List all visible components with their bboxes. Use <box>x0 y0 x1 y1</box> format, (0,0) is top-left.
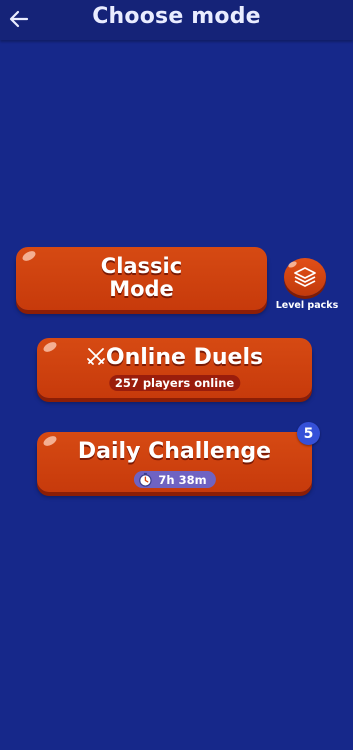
online-duels-button[interactable]: Online Duels 257 players online <box>37 338 312 398</box>
daily-challenge-button[interactable]: Daily Challenge 7h 38m <box>37 432 312 492</box>
page-title: Choose mode <box>92 4 261 29</box>
timer-pill: 7h 38m <box>133 471 216 488</box>
classic-mode-label-line2: Mode <box>109 277 174 301</box>
layers-icon <box>294 267 316 287</box>
top-bar: Choose mode <box>0 0 353 40</box>
daily-challenge-badge: 5 <box>297 422 320 445</box>
level-packs-button[interactable] <box>284 258 326 296</box>
daily-challenge-label: Daily Challenge <box>77 439 272 464</box>
classic-mode-label: Classic Mode <box>16 255 267 301</box>
online-duels-label: Online Duels <box>105 345 264 370</box>
classic-mode-button[interactable]: Classic Mode <box>16 247 267 310</box>
stopwatch-icon <box>138 472 152 487</box>
crossed-swords-icon <box>87 348 105 365</box>
timer-text: 7h 38m <box>158 472 207 487</box>
players-online-pill: 257 players online <box>108 375 241 391</box>
classic-mode-label-line1: Classic <box>100 254 183 278</box>
online-duels-title: Online Duels <box>37 345 312 371</box>
level-packs-label[interactable]: Level packs <box>270 300 344 311</box>
